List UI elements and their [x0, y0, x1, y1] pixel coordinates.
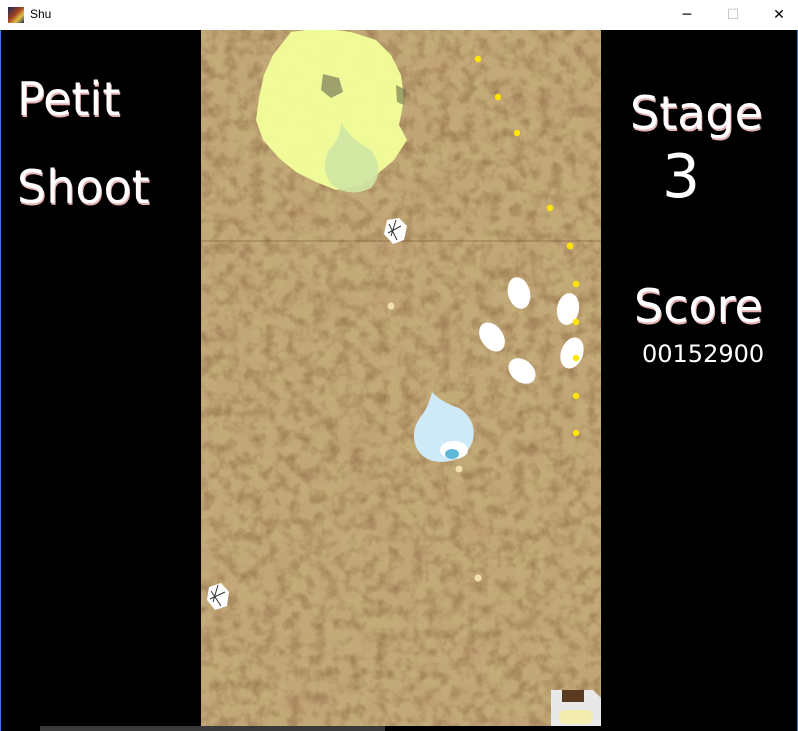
- score-value: 00152900: [642, 340, 765, 368]
- play-field[interactable]: [201, 30, 601, 726]
- game-title-petit: Petit: [17, 72, 121, 126]
- window-border-left: [0, 30, 1, 731]
- play-field-canvas: [201, 30, 601, 726]
- close-button[interactable]: ✕: [756, 0, 798, 30]
- minimize-button[interactable]: ─: [664, 0, 710, 30]
- save-icon[interactable]: [551, 690, 601, 726]
- app-icon: [8, 7, 24, 23]
- horizontal-scrollbar[interactable]: [40, 726, 385, 731]
- score-label: Score: [634, 279, 763, 333]
- game-title-shoot: Shoot: [17, 160, 150, 214]
- maximize-button[interactable]: ☐: [710, 0, 756, 30]
- stage-label: Stage: [630, 86, 763, 140]
- window-titlebar: Shu ─ ☐ ✕: [0, 0, 798, 30]
- window-title: Shu: [30, 7, 52, 21]
- stage-value: 3: [662, 142, 701, 212]
